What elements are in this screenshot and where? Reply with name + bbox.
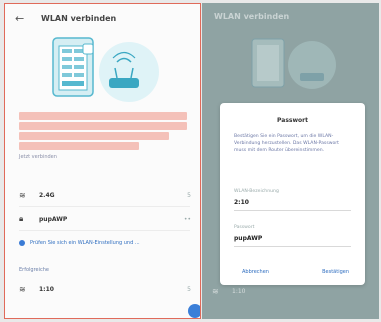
wifi-icon: ≋ — [19, 190, 26, 200]
wifi-illustration — [251, 38, 336, 89]
list-item-label: 2.4G — [39, 191, 55, 199]
wifi-icon: ≋ — [19, 284, 26, 294]
wifi-illustration — [52, 37, 159, 102]
list-item-label: 1:10 — [232, 288, 246, 295]
list-item-network[interactable]: ≋ 1:10 5 — [19, 282, 191, 296]
confirm-button[interactable]: Bestätigen — [322, 269, 349, 275]
dialog-message: Bestätigen Sie ein Passwort, um die WLAN… — [234, 134, 339, 153]
ssid-underline — [234, 210, 351, 211]
page-title: WLAN verbinden — [214, 12, 290, 21]
password-dialog-screen: WLAN verbinden ≋ 1:10 Passwort Bestätige… — [202, 3, 379, 319]
list-item-trailing: 5 — [187, 191, 191, 199]
ssid-label: WLAN-Bezeichnung — [234, 189, 279, 194]
cancel-button[interactable]: Abbrechen — [242, 269, 269, 275]
lock-icon: 🔒︎ — [19, 214, 24, 223]
warning-line-4 — [19, 142, 139, 150]
list-item-network: ≋ 1:10 — [212, 287, 245, 296]
dialog-title: Passwort — [277, 117, 308, 124]
password-underline — [234, 246, 351, 247]
page-title: WLAN verbinden — [41, 13, 117, 23]
info-dot-icon — [19, 240, 25, 246]
section-label: Erfolgreiche — [19, 267, 50, 273]
list-item-label: pupAWP — [39, 215, 68, 223]
top-bar: ← WLAN verbinden — [15, 10, 200, 26]
password-field[interactable]: pupAWP — [234, 235, 262, 242]
password-label: Passwort — [234, 225, 255, 230]
hint-text: Prüfen Sie sich ein WLAN-Einstellung und… — [30, 240, 140, 246]
list-item-trailing: 5 — [187, 285, 191, 293]
back-arrow-icon[interactable]: ← — [15, 12, 29, 25]
warning-line-2 — [19, 122, 187, 130]
list-item-label: 1:10 — [39, 285, 54, 293]
ssid-field[interactable]: 2:10 — [234, 199, 249, 206]
floating-action-button[interactable] — [188, 304, 200, 318]
list-item-wifi[interactable]: ≋ 2.4G 5 — [19, 188, 191, 202]
warning-text: Jetzt verbinden — [19, 154, 57, 160]
list-item-password[interactable]: 🔒︎ pupAWP •• — [19, 212, 191, 226]
eye-icon[interactable]: •• — [184, 216, 191, 223]
hint-row[interactable]: Prüfen Sie sich ein WLAN-Einstellung und… — [19, 240, 200, 246]
password-dialog: Passwort Bestätigen Sie ein Passwort, um… — [220, 103, 365, 285]
warning-line-3 — [19, 132, 169, 140]
divider — [19, 230, 190, 231]
wifi-connect-screen: ← WLAN verbinden Jetzt verbinden ≋ 2.4G … — [4, 3, 201, 319]
divider — [19, 206, 190, 207]
wifi-icon: ≋ — [212, 287, 219, 296]
warning-line-1 — [19, 112, 187, 120]
